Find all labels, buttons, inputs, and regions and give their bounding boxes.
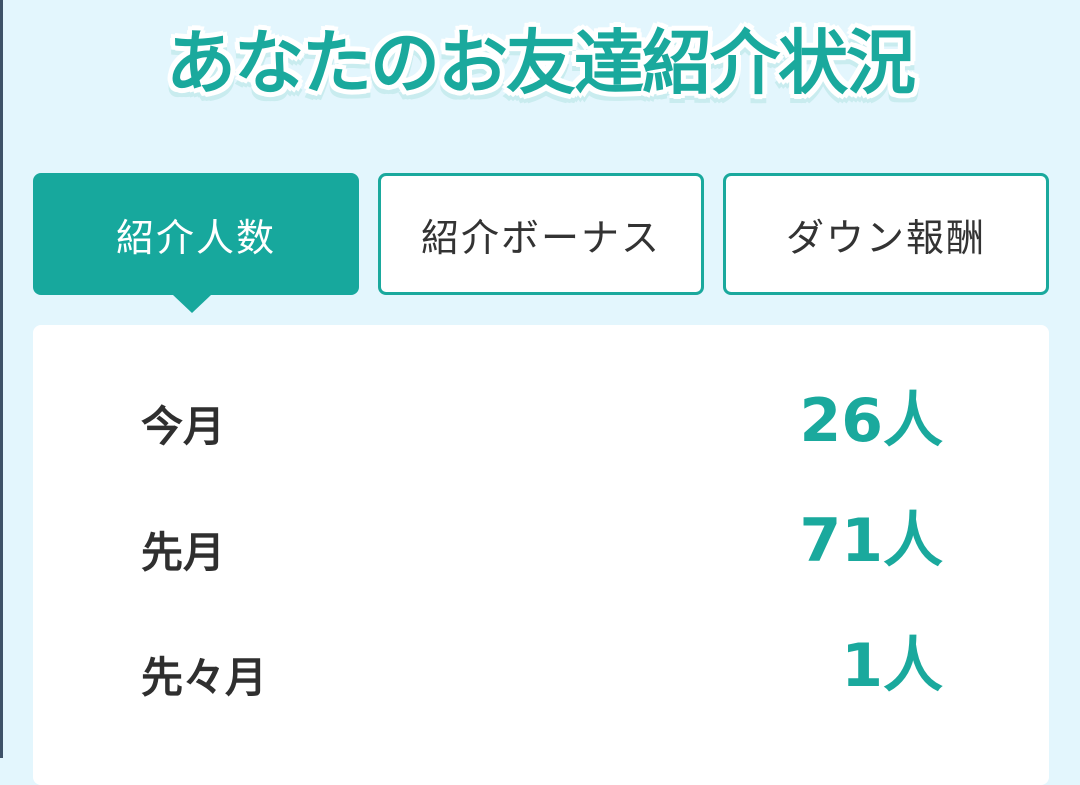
stat-label: 今月	[141, 402, 226, 451]
tab-label: 紹介人数	[115, 215, 276, 260]
tab-down-reward[interactable]: ダウン報酬	[723, 173, 1049, 295]
stats-panel: 今月 26人 先月 71人 先々月 1人	[33, 325, 1049, 785]
stat-label: 先々月	[141, 653, 268, 702]
tab-referral-bonus[interactable]: 紹介ボーナス	[378, 173, 704, 295]
stat-label: 先月	[141, 528, 226, 577]
tab-label: ダウン報酬	[785, 215, 986, 260]
stat-value: 71人	[799, 506, 944, 576]
stat-value: 1人	[841, 631, 943, 701]
tab-referral-count[interactable]: 紹介人数	[33, 173, 359, 313]
stat-value: 26人	[799, 386, 944, 456]
tab-label: 紹介ボーナス	[420, 215, 661, 260]
page-title: あなたのお友達紹介状況	[166, 22, 916, 104]
window-edge	[0, 0, 3, 758]
active-tab-pointer	[173, 295, 211, 313]
